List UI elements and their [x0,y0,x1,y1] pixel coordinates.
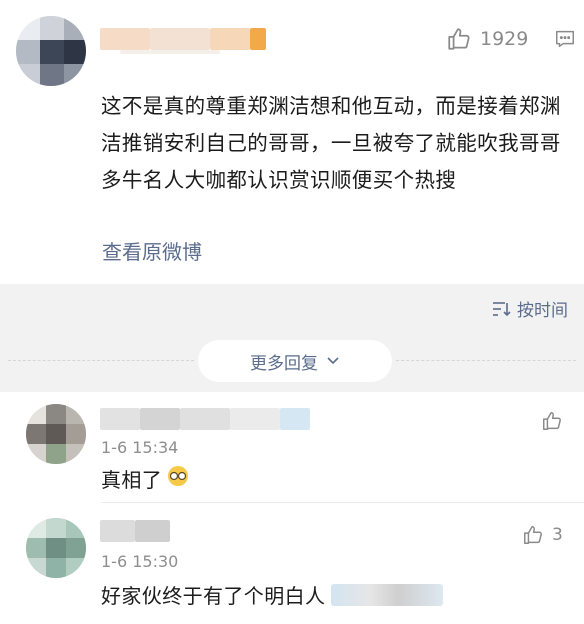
divider-left [8,360,194,361]
reply-username-blurred[interactable] [100,408,310,430]
sort-icon [493,301,511,316]
emoji-glasses-icon [166,465,190,492]
sort-by-time-button[interactable]: 按时间 [491,296,568,321]
reply-avatar[interactable] [26,518,86,578]
comment-text: 这不是真的尊重郑渊洁想和他互动，而是接着郑渊洁推销安利自己的哥哥，一旦被夸了就能… [101,94,561,192]
divider-right [396,360,576,361]
reply-avatar[interactable] [26,404,86,464]
user-avatar[interactable] [16,16,86,86]
reply-separator [101,502,584,503]
reply-button[interactable] [554,28,576,54]
reply-like-button[interactable] [541,410,563,432]
more-replies-label: 更多回复 [250,353,318,374]
like-button[interactable]: 1929 [446,26,528,52]
reply-text: 好家伙终于有了个明白人 [101,584,326,608]
reply-timestamp: 1-6 15:30 [101,552,179,571]
reply-timestamp: 1-6 15:34 [101,438,179,457]
view-original-link[interactable]: 查看原微博 [102,236,202,265]
main-comment-card: 1929 这不是真的尊重郑渊洁想和他互动，而是接着郑渊洁推销安利自己的哥哥，一旦… [0,0,584,284]
reply-text-wrapper: 好家伙终于有了个明白人 [101,580,444,609]
like-count: 1929 [480,28,529,50]
blurred-mention [331,583,444,606]
thumbs-up-icon [524,526,542,544]
reply-like-count: 3 [552,525,563,545]
reply-text: 真相了 [101,468,163,492]
more-replies-button[interactable]: 更多回复 [198,340,392,382]
sort-label: 按时间 [517,301,568,321]
reply-item: 1-6 15:34 真相了 [0,392,584,504]
reply-item: 1-6 15:30 好家伙终于有了个明白人 3 [0,504,584,624]
reply-like-button[interactable]: 3 [522,524,563,546]
chevron-down-icon [327,357,339,365]
comment-icon [556,30,574,48]
reply-username-blurred[interactable] [100,520,170,542]
reply-text-wrapper: 真相了 [101,464,190,493]
username-blurred[interactable] [100,26,270,54]
thumbs-up-icon [448,28,470,50]
thumbs-up-icon [543,412,561,430]
